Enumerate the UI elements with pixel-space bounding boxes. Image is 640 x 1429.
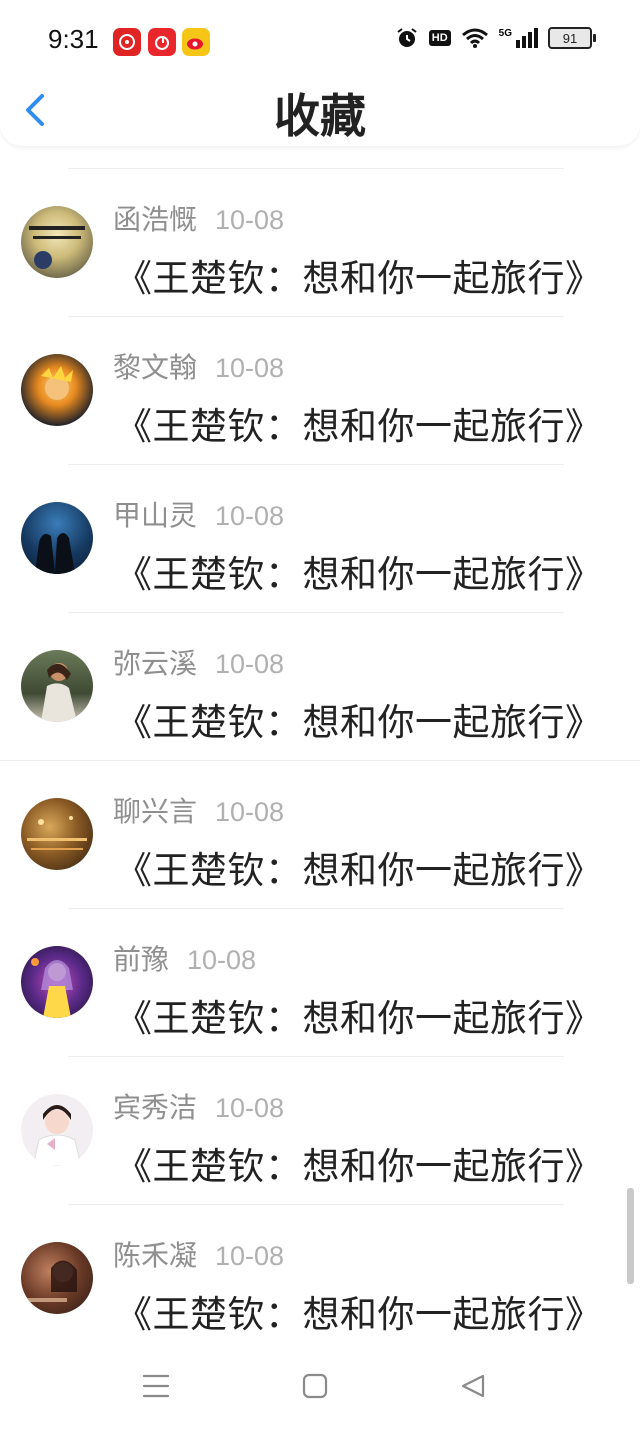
date: 10-08 xyxy=(215,797,285,827)
username: 甲山灵 xyxy=(113,499,198,532)
avatar[interactable] xyxy=(21,798,93,870)
username: 弥云溪 xyxy=(113,647,198,680)
weibo-icon xyxy=(182,28,210,56)
divider xyxy=(68,1056,564,1057)
divider xyxy=(68,908,564,909)
item-title[interactable]: 《王楚钦：想和你一起旅行》 xyxy=(115,396,603,450)
list-item[interactable]: 函浩慨 10-08 《王楚钦：想和你一起旅行》 xyxy=(0,170,640,318)
date: 10-08 xyxy=(215,205,285,235)
list-item[interactable]: 陈禾凝 10-08 《王楚钦：想和你一起旅行》 xyxy=(0,1206,640,1354)
system-navbar xyxy=(0,1340,640,1429)
divider xyxy=(68,612,564,613)
signal-icon: 5G xyxy=(499,28,538,48)
item-title[interactable]: 《王楚钦：想和你一起旅行》 xyxy=(115,840,603,894)
item-title[interactable]: 《王楚钦：想和你一起旅行》 xyxy=(115,248,603,302)
avatar[interactable] xyxy=(21,650,93,722)
page-title: 收藏 xyxy=(274,89,366,143)
item-title[interactable]: 《王楚钦：想和你一起旅行》 xyxy=(115,692,603,746)
alarm-icon xyxy=(397,28,417,47)
list-item[interactable]: 弥云溪 10-08 《王楚钦：想和你一起旅行》 xyxy=(0,614,640,762)
back-nav-button[interactable] xyxy=(455,1368,491,1404)
list-item[interactable]: 宾秀洁 10-08 《王楚钦：想和你一起旅行》 xyxy=(0,1058,640,1206)
divider xyxy=(0,760,640,761)
username: 黎文翰 xyxy=(113,351,198,384)
item-title[interactable]: 《王楚钦：想和你一起旅行》 xyxy=(115,1136,603,1190)
header-bar: 收藏 xyxy=(0,60,640,146)
avatar[interactable] xyxy=(21,206,93,278)
avatar[interactable] xyxy=(21,1242,93,1314)
back-triangle-icon xyxy=(461,1374,485,1398)
date: 10-08 xyxy=(215,353,285,383)
list-item[interactable]: 前豫 10-08 《王楚钦：想和你一起旅行》 xyxy=(0,910,640,1058)
username: 前豫 xyxy=(113,943,170,976)
divider xyxy=(68,1204,564,1205)
status-time: 9:31 xyxy=(48,24,99,54)
date: 10-08 xyxy=(215,1241,285,1271)
battery-indicator: 91 xyxy=(548,27,596,49)
lottery-app-icon xyxy=(113,28,141,56)
username: 宾秀洁 xyxy=(113,1091,198,1124)
home-icon xyxy=(302,1373,328,1399)
date: 10-08 xyxy=(215,1093,285,1123)
username: 陈禾凝 xyxy=(113,1239,198,1272)
status-indicators: HD 5G 91 xyxy=(395,26,596,50)
username: 聊兴言 xyxy=(113,795,198,828)
avatar[interactable] xyxy=(21,502,93,574)
wifi-icon xyxy=(461,28,488,48)
date: 10-08 xyxy=(215,649,285,679)
scrollbar[interactable] xyxy=(627,1188,634,1284)
avatar[interactable] xyxy=(21,946,93,1018)
menu-icon xyxy=(142,1374,170,1398)
divider xyxy=(68,316,564,317)
hd-badge: HD xyxy=(428,30,451,46)
avatar[interactable] xyxy=(21,354,93,426)
menu-button[interactable] xyxy=(138,1368,174,1404)
divider xyxy=(68,464,564,465)
avatar[interactable] xyxy=(21,1094,93,1166)
list-item[interactable]: 甲山灵 10-08 《王楚钦：想和你一起旅行》 xyxy=(0,466,640,614)
list-item[interactable]: 聊兴言 10-08 《王楚钦：想和你一起旅行》 xyxy=(0,762,640,910)
date: 10-08 xyxy=(187,945,257,975)
item-title[interactable]: 《王楚钦：想和你一起旅行》 xyxy=(115,544,603,598)
list-item[interactable]: 黎文翰 10-08 《王楚钦：想和你一起旅行》 xyxy=(0,318,640,466)
home-button[interactable] xyxy=(297,1368,333,1404)
divider xyxy=(68,168,564,169)
netease-music-icon xyxy=(148,28,176,56)
date: 10-08 xyxy=(215,501,285,531)
item-title[interactable]: 《王楚钦：想和你一起旅行》 xyxy=(115,988,603,1042)
username: 函浩慨 xyxy=(113,203,198,236)
item-title[interactable]: 《王楚钦：想和你一起旅行》 xyxy=(115,1284,603,1338)
